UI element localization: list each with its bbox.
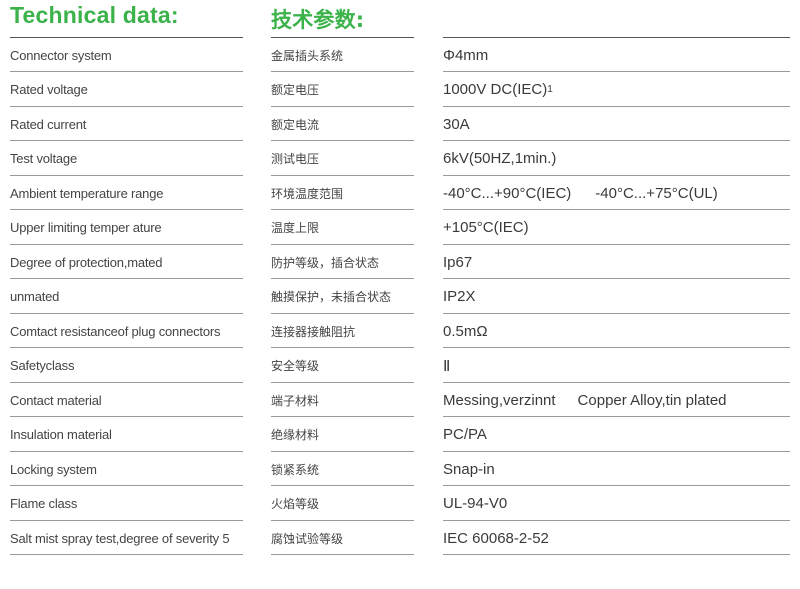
spec-value-alt: Copper Alloy,tin plated bbox=[577, 391, 727, 409]
spec-label-cn: 腐蚀试验等级 bbox=[271, 521, 414, 555]
spec-value: Ⅱ bbox=[443, 349, 790, 383]
spec-label-en: Locking system bbox=[10, 452, 243, 486]
spec-label-cn: 温度上限 bbox=[271, 211, 414, 245]
spec-value: IP2X bbox=[443, 280, 790, 314]
spec-value: 30A bbox=[443, 107, 790, 141]
spec-label-cn: 触摸保护，未插合状态 bbox=[271, 280, 414, 314]
spec-label-cn: 连接器接触阻抗 bbox=[271, 314, 414, 348]
spec-label-cn: 火焰等级 bbox=[271, 487, 414, 521]
spec-label-cn: 绝缘材料 bbox=[271, 418, 414, 452]
spec-row-insulation-material: Insulation material 绝缘材料 PC/PA bbox=[0, 418, 800, 453]
spec-row-locking-system: Locking system 锁紧系统 Snap-in bbox=[0, 452, 800, 487]
spec-value-alt: -40°C...+75°C(UL) bbox=[595, 184, 718, 202]
spec-row-rated-current: Rated current 额定电流 30A bbox=[0, 107, 800, 142]
spec-value: 0.5mΩ bbox=[443, 314, 790, 348]
spec-row-protection-unmated: unmated 触摸保护，未插合状态 IP2X bbox=[0, 280, 800, 315]
spec-label-en: Safetyclass bbox=[10, 349, 243, 383]
spec-label-en: Test voltage bbox=[10, 142, 243, 176]
spec-label-cn: 锁紧系统 bbox=[271, 452, 414, 486]
spec-label-en: Salt mist spray test,degree of severity … bbox=[10, 521, 243, 555]
spec-row-connector-system: Connector system 金属插头系统 Φ4mm bbox=[0, 38, 800, 73]
footnote-marker: 1 bbox=[547, 84, 553, 95]
spec-value: Ip67 bbox=[443, 245, 790, 279]
spec-value: UL-94-V0 bbox=[443, 487, 790, 521]
spec-value: 1000V DC(IEC) 1 bbox=[443, 73, 790, 107]
spec-row-salt-mist: Salt mist spray test,degree of severity … bbox=[0, 521, 800, 556]
heading-technical-data: Technical data: bbox=[10, 2, 179, 28]
spec-label-cn: 安全等级 bbox=[271, 349, 414, 383]
heading-technical-data-cn: 技术参数: bbox=[271, 8, 365, 32]
spec-label-en: Rated voltage bbox=[10, 73, 243, 107]
spec-row-safety-class: Safetyclass 安全等级 Ⅱ bbox=[0, 349, 800, 384]
spec-row-ambient-temperature: Ambient temperature range 环境温度范围 -40°C..… bbox=[0, 176, 800, 211]
spec-table: Connector system 金属插头系统 Φ4mm Rated volta… bbox=[0, 38, 800, 556]
spec-value: +105°C(IEC) bbox=[443, 211, 790, 245]
spec-label-cn: 防护等级，插合状态 bbox=[271, 245, 414, 279]
spec-label-cn: 测试电压 bbox=[271, 142, 414, 176]
spec-label-en: Connector system bbox=[10, 38, 243, 72]
spec-label-en: Ambient temperature range bbox=[10, 176, 243, 210]
spec-label-en: Contact material bbox=[10, 383, 243, 417]
spec-label-en: Comtact resistanceof plug connectors bbox=[10, 314, 243, 348]
spec-value: -40°C...+90°C(IEC) -40°C...+75°C(UL) bbox=[443, 176, 790, 210]
spec-value: Snap-in bbox=[443, 452, 790, 486]
spec-label-cn: 端子材料 bbox=[271, 383, 414, 417]
spec-label-cn: 额定电流 bbox=[271, 107, 414, 141]
spec-row-protection-mated: Degree of protection,mated 防护等级，插合状态 Ip6… bbox=[0, 245, 800, 280]
spec-row-contact-material: Contact material 端子材料 Messing,verzinnt Co… bbox=[0, 383, 800, 418]
spec-row-test-voltage: Test voltage 测试电压 6kV(50HZ,1min.) bbox=[0, 142, 800, 177]
spec-label-en: Flame class bbox=[10, 487, 243, 521]
spec-value: Φ4mm bbox=[443, 38, 790, 72]
spec-value: PC/PA bbox=[443, 418, 790, 452]
spec-row-upper-temperature: Upper limiting temper ature 温度上限 +105°C(… bbox=[0, 211, 800, 246]
spec-row-flame-class: Flame class 火焰等级 UL-94-V0 bbox=[0, 487, 800, 522]
spec-label-cn: 额定电压 bbox=[271, 73, 414, 107]
spec-label-en: Degree of protection,mated bbox=[10, 245, 243, 279]
spec-row-rated-voltage: Rated voltage 额定电压 1000V DC(IEC) 1 bbox=[0, 73, 800, 108]
spec-value: 6kV(50HZ,1min.) bbox=[443, 142, 790, 176]
spec-label-en: unmated bbox=[10, 280, 243, 314]
spec-row-contact-resistance: Comtact resistanceof plug connectors 连接器… bbox=[0, 314, 800, 349]
spec-value: Messing,verzinnt Copper Alloy,tin plated bbox=[443, 383, 790, 417]
spec-label-en: Upper limiting temper ature bbox=[10, 211, 243, 245]
spec-label-cn: 金属插头系统 bbox=[271, 38, 414, 72]
spec-label-en: Insulation material bbox=[10, 418, 243, 452]
spec-label-en: Rated current bbox=[10, 107, 243, 141]
spec-value: IEC 60068-2-52 bbox=[443, 521, 790, 555]
spec-label-cn: 环境温度范围 bbox=[271, 176, 414, 210]
